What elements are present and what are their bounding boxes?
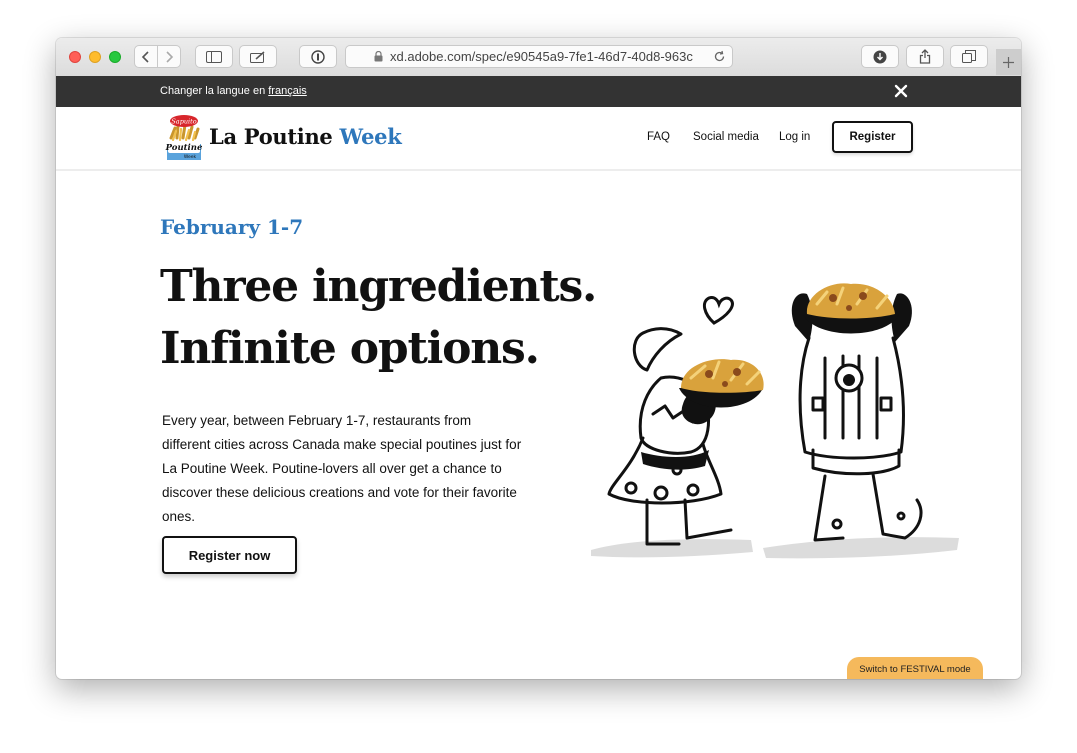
chevron-right-icon [166, 50, 174, 63]
zoom-window-button[interactable] [109, 51, 121, 63]
logo-sub-text: Week [184, 154, 197, 160]
right-character [798, 336, 923, 542]
headline-line-1: Three ingredients. [160, 261, 597, 312]
tabs-overview-button[interactable] [950, 45, 988, 68]
register-now-button[interactable]: Register now [162, 536, 297, 574]
nav-faq[interactable]: FAQ [647, 131, 670, 143]
language-prompt: Changer la langue en français [160, 85, 307, 97]
reload-icon[interactable] [713, 50, 726, 63]
hero-description: Every year, between February 1-7, restau… [162, 413, 522, 524]
festival-mode-toggle[interactable]: Switch to FESTIVAL mode [847, 657, 983, 679]
ground-shadow-left [591, 539, 753, 558]
password-manager-button[interactable] [299, 45, 337, 68]
sidebar-button[interactable] [195, 45, 233, 68]
share-button[interactable] [906, 45, 944, 68]
annotate-button[interactable] [239, 45, 277, 68]
brand-name: La Poutine [209, 124, 340, 149]
logo-badge-text: Sapuito [171, 118, 196, 126]
poutine-characters-illustration [591, 283, 959, 559]
register-button[interactable]: Register [832, 121, 913, 153]
back-button[interactable] [134, 45, 158, 68]
downloads-button[interactable] [861, 45, 899, 68]
address-bar[interactable]: xd.adobe.com/spec/e90545a9-7fe1-46d7-40d… [345, 45, 733, 68]
tabs-icon [962, 49, 976, 63]
nav-social-media[interactable]: Social media [693, 131, 759, 143]
event-dates: February 1-7 [160, 215, 304, 239]
forward-button[interactable] [157, 45, 181, 68]
close-window-button[interactable] [69, 51, 81, 63]
ground-shadow-right [763, 537, 959, 559]
logo-name-text: Poutine [165, 143, 203, 153]
heart-icon [702, 296, 734, 325]
headline-line-2: Infinite options. [160, 323, 540, 374]
browser-toolbar: xd.adobe.com/spec/e90545a9-7fe1-46d7-40d… [56, 38, 1021, 77]
pen-icon [250, 50, 265, 63]
language-bar: Changer la langue en français [56, 76, 1021, 107]
right-character-mouth [843, 374, 855, 386]
plus-icon [1003, 56, 1014, 68]
lock-icon [374, 51, 383, 62]
share-icon [919, 49, 931, 64]
onepassword-icon [311, 49, 325, 64]
language-link-french[interactable]: français [268, 85, 307, 97]
minimize-window-button[interactable] [89, 51, 101, 63]
browser-window: xd.adobe.com/spec/e90545a9-7fe1-46d7-40d… [56, 38, 1021, 679]
nav-log-in[interactable]: Log in [779, 131, 810, 143]
brand-accent: Week [339, 124, 402, 149]
new-tab-button[interactable] [996, 49, 1021, 75]
site-header: Sapuito Poutine Week La Poutine Week FAQ… [56, 107, 1021, 171]
hero-headline: Three ingredients. Infinite options. [160, 256, 597, 380]
site-brand[interactable]: La Poutine Week [209, 124, 402, 149]
sidebar-icon [206, 50, 222, 63]
close-icon[interactable] [894, 84, 908, 98]
poutine-week-logo[interactable]: Sapuito Poutine Week [164, 114, 204, 162]
url-text: xd.adobe.com/spec/e90545a9-7fe1-46d7-40d… [390, 49, 693, 64]
language-prompt-text: Changer la langue en [160, 85, 269, 97]
download-icon [873, 50, 887, 63]
chevron-left-icon [141, 50, 149, 63]
